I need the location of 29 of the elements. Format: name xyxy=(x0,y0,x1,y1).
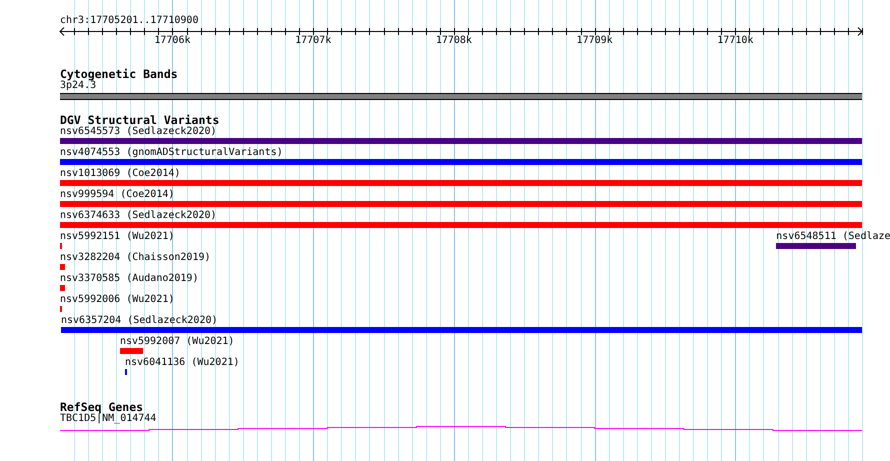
ruler-tick-label: 17710k xyxy=(717,35,754,47)
feature-label: nsv5992006 (Wu2021) xyxy=(60,294,174,306)
feature-label: nsv1013069 (Coe2014) xyxy=(60,168,180,180)
location-label: chr3:17705201..17710900 xyxy=(60,14,198,27)
ruler-tick-label: 17706k xyxy=(154,35,190,47)
ruler-tick-label: 17707k xyxy=(295,35,332,47)
feature-label: TBC1D5|NM_014744 xyxy=(60,413,156,425)
feature-label: nsv6041136 (Wu2021) xyxy=(125,357,240,369)
gene-line[interactable] xyxy=(60,426,862,431)
track-title: DGV Structural Variants xyxy=(60,114,220,126)
variant-bar[interactable] xyxy=(60,285,66,291)
feature-label: nsv3282204 (Chaisson2019) xyxy=(60,252,211,264)
feature-label: nsv6374633 (Sedlazeck2020) xyxy=(60,210,217,222)
feature-label: nsv5992151 (Wu2021) xyxy=(60,231,174,243)
feature-label: nsv4074553 (gnomADStructuralVariants) xyxy=(60,147,283,159)
variant-bar[interactable] xyxy=(60,264,66,270)
track-title: Cytogenetic Bands xyxy=(60,68,178,80)
cytoband-bar[interactable] xyxy=(60,93,862,100)
ruler-tick-label: 17708k xyxy=(436,35,472,47)
ruler-tick-label: 17709k xyxy=(576,35,613,47)
variant-bar[interactable] xyxy=(120,348,144,354)
feature-label: nsv999594 (Coe2014) xyxy=(60,189,174,201)
feature-label: 3p24.3 xyxy=(60,80,96,92)
feature-label: nsv6545573 (Sedlazeck2020) xyxy=(60,126,217,138)
feature-label: nsv6548511 (Sedlaze xyxy=(776,231,890,243)
track-title: RefSeq Genes xyxy=(60,401,144,413)
feature-label: nsv6357204 (Sedlazeck2020) xyxy=(60,315,218,327)
feature-label: nsv5992007 (Wu2021) xyxy=(120,336,234,348)
feature-label: nsv3370585 (Audano2019) xyxy=(60,273,198,285)
